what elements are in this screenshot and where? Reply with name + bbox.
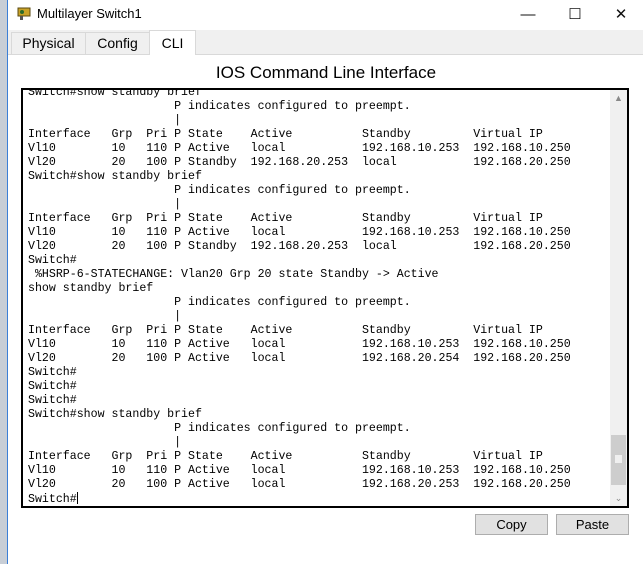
terminal-line: Vl10 10 110 P Active local 192.168.10.25… [28,338,571,351]
maximize-button[interactable]: ☐ [552,0,598,28]
close-button[interactable]: ✕ [598,0,643,28]
terminal-line: P indicates configured to preempt. [28,296,411,309]
terminal-line: P indicates configured to preempt. [28,100,411,113]
terminal-line: Vl20 20 100 P Standby 192.168.20.253 loc… [28,240,571,253]
title-bar: Multilayer Switch1 — ☐ ✕ [8,0,643,28]
scroll-down-icon[interactable]: ⌄ [610,490,627,506]
terminal-line: Interface Grp Pri P State Active Standby… [28,212,543,225]
terminal-line: Switch#show standby brief [28,408,202,421]
terminal-prompt: Switch# [28,493,77,506]
minimize-button[interactable]: — [505,0,551,28]
terminal-line: Vl20 20 100 P Active local 192.168.20.25… [28,352,571,365]
terminal-line: Vl10 10 110 P Active local 192.168.10.25… [28,142,571,155]
tab-cli[interactable]: CLI [149,30,196,55]
terminal-line: Vl10 10 110 P Active local 192.168.10.25… [28,464,571,477]
copy-button[interactable]: Copy [475,514,548,535]
terminal-line: Switch# [28,380,77,393]
text-cursor [76,492,78,504]
switch-icon [17,7,31,20]
terminal-line: Vl20 20 100 P Active local 192.168.20.25… [28,478,571,491]
tab-bar: Physical Config CLI [8,30,643,55]
window-title: Multilayer Switch1 [37,6,142,21]
terminal-line: P indicates configured to preempt. [28,422,411,435]
paste-button[interactable]: Paste [556,514,629,535]
terminal-line: show standby brief [28,282,154,295]
terminal-line: Interface Grp Pri P State Active Standby… [28,324,543,337]
terminal-line: Interface Grp Pri P State Active Standby… [28,450,543,463]
tab-physical[interactable]: Physical [11,32,86,54]
terminal-line: | [28,114,182,127]
terminal-line: Vl10 10 110 P Active local 192.168.10.25… [28,226,571,239]
terminal-line: Switch# [28,254,77,267]
terminal-line: Switch#show standby brief [28,170,202,183]
tab-config[interactable]: Config [85,32,150,54]
vertical-scrollbar[interactable]: ▲ ⌄ [610,90,627,506]
terminal-line: Switch# [28,394,77,407]
terminal-line: Switch# [28,366,77,379]
terminal-lines: Switch#show standby brief P indicates co… [28,88,571,506]
terminal-output[interactable]: Switch#show standby brief P indicates co… [21,88,629,508]
terminal-prompt-line[interactable]: Switch# [28,492,571,506]
scroll-up-icon[interactable]: ▲ [610,90,627,106]
page-title: IOS Command Line Interface [215,63,437,82]
terminal-line: Switch#show standby brief [28,88,202,99]
scrollbar-grip [615,455,622,463]
terminal-line: %HSRP-6-STATECHANGE: Vlan20 Grp 20 state… [28,268,439,281]
cli-window: Multilayer Switch1 — ☐ ✕ Physical Config… [7,0,643,564]
terminal-line: Interface Grp Pri P State Active Standby… [28,128,543,141]
terminal-line: | [28,436,182,449]
terminal-line: Vl20 20 100 P Standby 192.168.20.253 loc… [28,156,571,169]
terminal-line: P indicates configured to preempt. [28,184,411,197]
scrollbar-thumb[interactable] [611,435,626,485]
terminal-line: | [28,198,182,211]
terminal-line: | [28,310,182,323]
